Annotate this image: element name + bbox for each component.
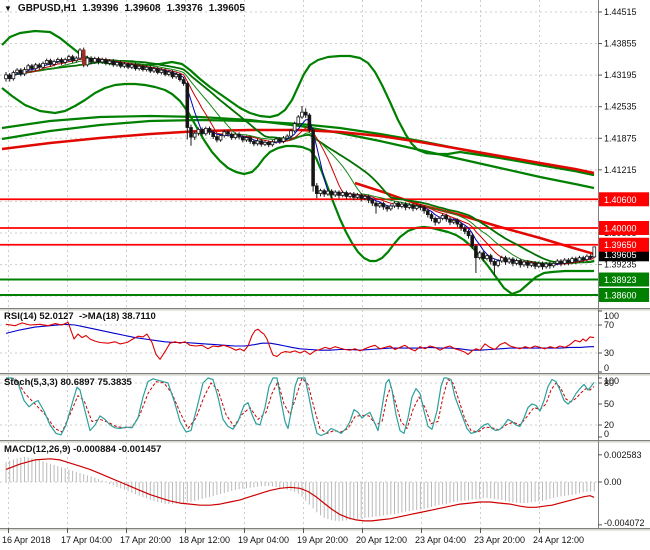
stoch-panel-label: Stoch(5,3,3) 80.6897 75.3835 (4, 377, 132, 388)
svg-text:0.00: 0.00 (604, 477, 622, 487)
svg-text:23 Apr 04:00: 23 Apr 04:00 (415, 535, 466, 545)
svg-text:0.002583: 0.002583 (604, 450, 642, 460)
svg-text:30: 30 (604, 348, 614, 358)
svg-text:0: 0 (604, 429, 609, 439)
svg-text:1.38923: 1.38923 (604, 275, 637, 285)
ohlc-close: 1.39605 (208, 3, 245, 14)
svg-text:23 Apr 20:00: 23 Apr 20:00 (474, 535, 525, 545)
chart-window: ▼ GBPUSD,H1 1.39396 1.39608 1.39376 1.39… (0, 0, 650, 550)
svg-text:50: 50 (604, 399, 614, 409)
svg-text:0: 0 (604, 363, 609, 373)
ohlc-low: 1.39376 (166, 3, 203, 14)
svg-text:19 Apr 04:00: 19 Apr 04:00 (238, 535, 289, 545)
chart-header: ▼ GBPUSD,H1 1.39396 1.39608 1.39376 1.39… (4, 3, 245, 14)
svg-text:1.43855: 1.43855 (604, 39, 637, 49)
svg-text:1.44515: 1.44515 (604, 7, 637, 17)
svg-text:18 Apr 12:00: 18 Apr 12:00 (179, 535, 230, 545)
chart-canvas[interactable]: 1.44515 1.43855 1.43195 1.42535 1.41875 1.412… (0, 0, 650, 550)
ohlc-high: 1.39608 (124, 3, 161, 14)
svg-text:16 Apr 2018: 16 Apr 2018 (2, 535, 51, 545)
svg-text:1.38600: 1.38600 (604, 290, 637, 300)
svg-text:1.41215: 1.41215 (604, 165, 637, 175)
svg-text:1.42535: 1.42535 (604, 102, 637, 112)
svg-text:17 Apr 20:00: 17 Apr 20:00 (120, 535, 171, 545)
svg-text:17 Apr 04:00: 17 Apr 04:00 (61, 535, 112, 545)
svg-text:-0.004072: -0.004072 (604, 518, 645, 528)
svg-text:1.43195: 1.43195 (604, 70, 637, 80)
svg-text:1.39650: 1.39650 (604, 240, 637, 250)
svg-text:1.40000: 1.40000 (604, 223, 637, 233)
rsi-panel-label: RSI(14) 52.0127 ->MA(18) 38.7110 (4, 311, 156, 322)
svg-text:1.41875: 1.41875 (604, 133, 637, 143)
macd-panel-label: MACD(12,26,9) -0.000884 -0.001457 (4, 444, 162, 455)
svg-text:24 Apr 12:00: 24 Apr 12:00 (533, 535, 584, 545)
svg-text:1.40600: 1.40600 (604, 195, 637, 205)
svg-text:19 Apr 20:00: 19 Apr 20:00 (297, 535, 348, 545)
symbol-period-label: GBPUSD,H1 (17, 3, 77, 14)
symbol-menu-arrow-icon[interactable]: ▼ (4, 4, 12, 13)
ohlc-open: 1.39396 (82, 3, 119, 14)
svg-text:70: 70 (604, 320, 614, 330)
svg-text:80: 80 (604, 378, 614, 388)
svg-text:20 Apr 12:00: 20 Apr 12:00 (356, 535, 407, 545)
